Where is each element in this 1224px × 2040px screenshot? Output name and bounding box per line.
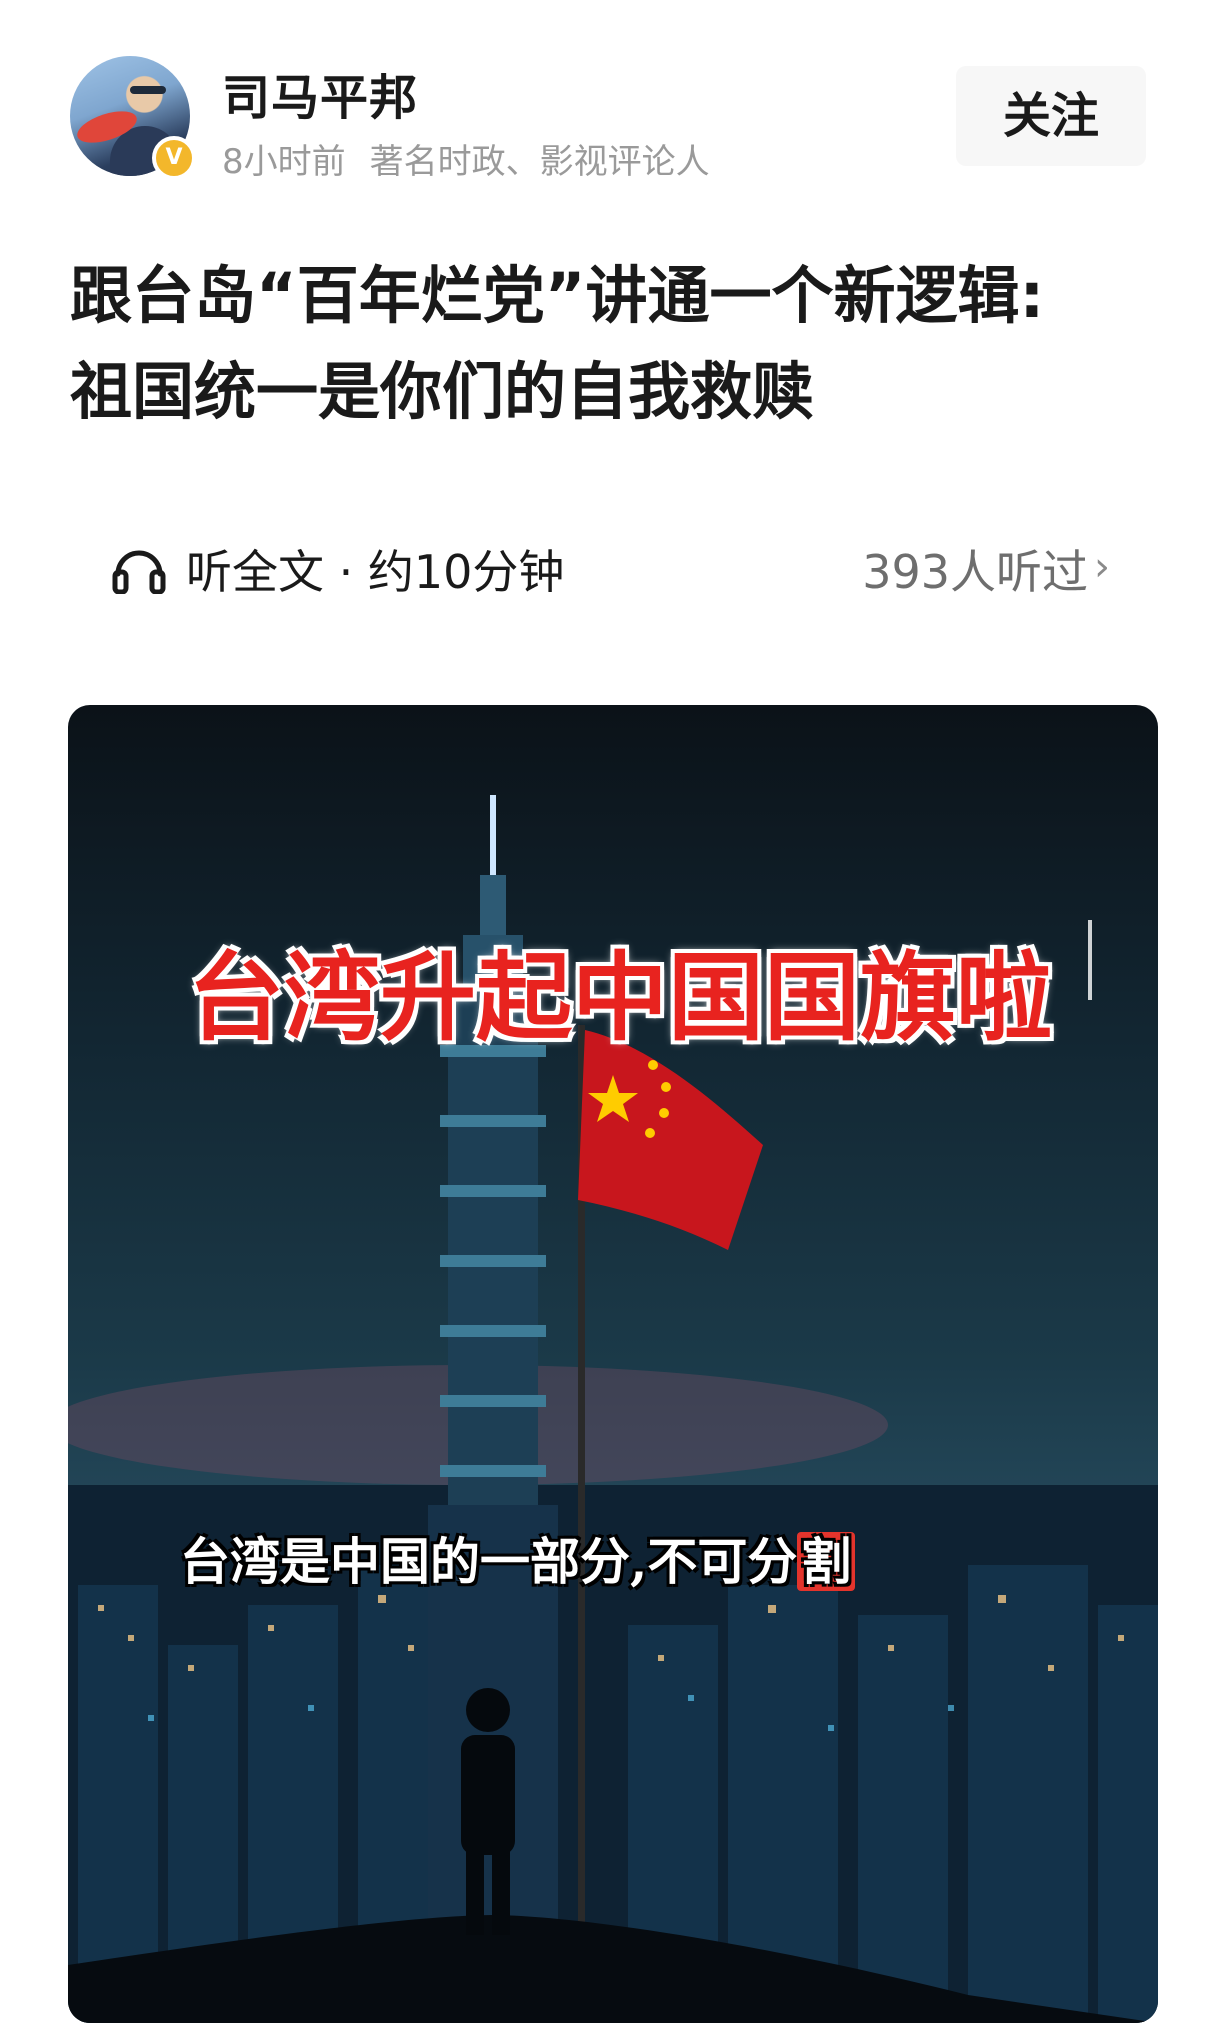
china-flag [578,1030,763,1250]
hero-caption-main: 台湾是中国的一部分,不可分 [180,1532,798,1591]
author-name[interactable]: 司马平邦 [222,58,418,128]
verified-badge-icon: V [152,136,196,180]
article-page: V 司马平邦 8小时前 著名时政、影视评论人 关注 跟台岛“百年烂党”讲通一个新逻… [0,0,1224,2040]
edge-mark [1088,920,1092,1000]
hero-caption: 台湾是中国的一部分,不可分割 [180,1522,856,1594]
follow-button[interactable]: 关注 [956,66,1146,166]
author-header: V 司马平邦 8小时前 著名时政、影视评论人 关注 [70,56,1160,182]
listen-full-text-label[interactable]: 听全文 · 约10分钟 [186,536,564,602]
chevron-right-icon: › [1094,544,1110,590]
hero-caption-highlight: 割 [797,1532,856,1591]
hero-headline: 台湾升起中国国旗啦 [188,942,1052,1054]
author-description: 著名时政、影视评论人 [369,142,710,182]
hero-scene [68,795,1158,2023]
avatar-glasses [130,86,166,94]
listen-count: 393人听过 [862,545,1088,599]
listen-audio-row[interactable]: 听全文 · 约10分钟 393人听过 › [110,530,1110,600]
headphone-icon [112,550,166,594]
title-line-1: 跟台岛“百年烂党”讲通一个新逻辑: [70,259,1045,332]
article-hero-image[interactable]: 台湾升起中国国旗啦 台湾是中国的一部分,不可分割 [68,705,1158,2023]
post-time: 8小时前 [222,142,346,182]
title-line-2: 祖国统一是你们的自我救赎 [70,355,815,428]
article-title: 跟台岛“百年烂党”讲通一个新逻辑: 祖国统一是你们的自我救赎 [70,248,1170,440]
author-meta: 8小时前 著名时政、影视评论人 [222,134,710,183]
